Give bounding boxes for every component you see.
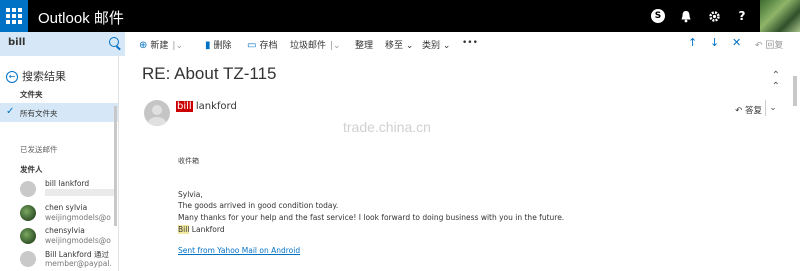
gear-icon[interactable] [700, 0, 728, 32]
search-icon[interactable] [109, 37, 119, 47]
close-icon[interactable]: ✕ [732, 36, 741, 49]
back-arrow-icon: ← [6, 71, 18, 83]
message-subject: RE: About TZ-115 [142, 64, 277, 83]
search-input[interactable]: bill [8, 37, 25, 48]
chevron-down-icon[interactable]: |⌄ [172, 41, 183, 51]
watermark: trade.china.cn [343, 119, 431, 135]
junk-button[interactable]: 垃圾邮件 |⌄ [290, 38, 341, 51]
arrow-up-icon[interactable]: ↑ [688, 36, 697, 49]
to-label: 收件箱 [178, 157, 199, 165]
sender-item-chensylvia[interactable]: chensylvia weijingmodels@o [20, 226, 116, 248]
reply-icon: ↶ [735, 106, 743, 116]
delete-button[interactable]: ▮ 删除 [205, 38, 232, 51]
body-greeting: Sylvia, [178, 190, 203, 199]
sidebar-item-all-folders[interactable]: ✓ 所有文件夹 [0, 103, 118, 122]
plus-circle-icon: ⊕ [139, 40, 148, 51]
collapse-icon[interactable]: ⌃ ⌃ [772, 70, 780, 92]
bell-icon[interactable] [672, 0, 700, 32]
archive-button[interactable]: ▭ 存档 [247, 38, 277, 51]
user-avatar[interactable] [760, 0, 800, 32]
sweep-button[interactable]: 整理 [355, 38, 373, 51]
new-button[interactable]: ⊕ 新建 |⌄ [139, 38, 183, 51]
check-icon: ✓ [6, 106, 15, 117]
sidebar-scrollbar[interactable] [114, 106, 117, 226]
help-icon[interactable]: ? [728, 0, 756, 32]
reading-pane: RE: About TZ-115 ⌃ ⌃ bill lankford ↶ 答复 ⌄… [130, 56, 790, 271]
sidebar: ← 搜索结果 文件夹 ✓ 所有文件夹 已发送邮件 发件人 bill lankfor… [0, 56, 119, 271]
skype-icon[interactable]: S [644, 0, 672, 32]
body-line-1: The goods arrived in good condition toda… [178, 201, 339, 210]
category-button[interactable]: 类别 ⌄ [422, 38, 450, 51]
reply-all-button[interactable]: ↶ 回复 [755, 38, 783, 51]
sent-heading[interactable]: 已发送邮件 [20, 144, 58, 155]
avatar [20, 181, 36, 197]
more-button[interactable]: ••• [462, 38, 478, 48]
chevron-down-icon[interactable]: |⌄ [330, 41, 341, 51]
avatar [20, 205, 36, 221]
body-signature: Bill Lankford [178, 225, 225, 234]
redacted-email [45, 189, 115, 196]
sender-item-bill-lankford-paypal[interactable]: Bill Lankford 通过 member@paypal. [20, 249, 116, 271]
reply-button[interactable]: ↶ 答复 [735, 104, 762, 116]
back-to-results[interactable]: ← 搜索结果 [6, 68, 66, 84]
avatar [20, 228, 36, 244]
yahoo-mail-link[interactable]: Sent from Yahoo Mail on Android [178, 246, 300, 255]
reply-icon: ↶ [755, 41, 763, 51]
sender-name[interactable]: bill lankford [176, 101, 237, 112]
chevron-down-icon: ⌄ [442, 41, 451, 51]
reading-scrollbar[interactable] [793, 76, 797, 106]
trash-icon: ▮ [205, 40, 211, 51]
chevron-down-icon[interactable]: ⌄ [765, 100, 780, 116]
search-box[interactable]: bill [0, 32, 125, 56]
sender-item-chen-sylvia[interactable]: chen sylvia weijingmodels@o [20, 203, 116, 225]
chevron-down-icon: ⌄ [405, 41, 414, 51]
sender-avatar[interactable] [144, 100, 170, 126]
command-toolbar: ⊕ 新建 |⌄ ▮ 删除 ▭ 存档 垃圾邮件 |⌄ 整理 移至 ⌄ 类别 ⌄ ••• ↑ … [125, 32, 800, 56]
arrow-down-icon[interactable]: ↓ [710, 36, 719, 49]
archive-icon: ▭ [247, 40, 257, 51]
avatar [20, 251, 36, 267]
top-bar: Outlook 邮件 S ? [0, 0, 800, 32]
body-line-2: Many thanks for your help and the fast s… [178, 213, 565, 222]
top-icons: S ? [644, 0, 756, 32]
app-title[interactable]: Outlook 邮件 [38, 7, 124, 28]
sender-item-bill-lankford[interactable]: bill lankford [20, 179, 116, 201]
move-button[interactable]: 移至 ⌄ [385, 38, 413, 51]
app-launcher-icon[interactable] [0, 0, 28, 32]
folders-heading: 文件夹 [20, 90, 43, 99]
senders-heading: 发件人 [20, 165, 43, 174]
